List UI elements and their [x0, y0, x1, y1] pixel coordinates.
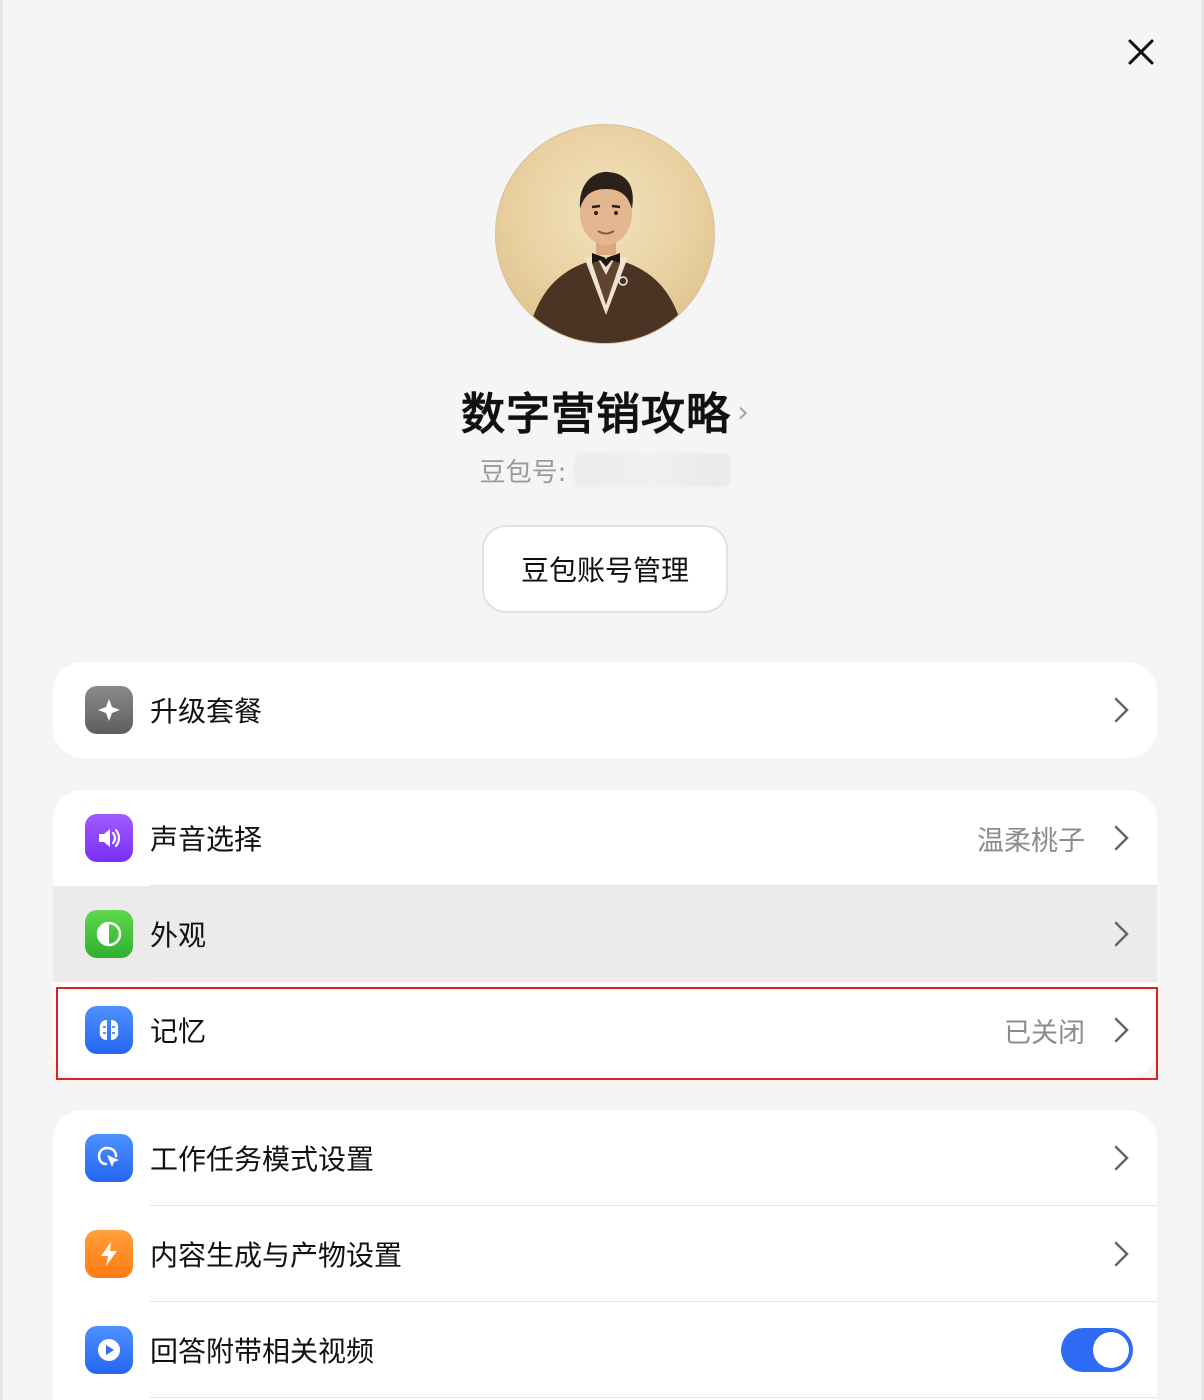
profile-name: 数字营销攻略: [461, 389, 731, 440]
play-icon: [85, 1326, 133, 1374]
row-label: 外观: [150, 919, 207, 952]
sparkle-icon: [85, 686, 133, 734]
content-generation-settings-row[interactable]: 内容生成与产物设置: [53, 1206, 1157, 1302]
voice-selection-row[interactable]: 声音选择 温柔桃子: [53, 790, 1157, 886]
related-videos-row: 回答附带相关视频: [53, 1302, 1157, 1398]
chevron-right-icon: [1114, 697, 1129, 723]
memory-status-value: 已关闭: [1004, 1017, 1085, 1049]
account-management-button[interactable]: 豆包账号管理: [482, 525, 728, 613]
toggle-knob: [1093, 1332, 1129, 1368]
doubao-id-label: 豆包号:: [479, 457, 567, 488]
close-icon: [1128, 39, 1154, 65]
row-label: 记忆: [150, 1015, 207, 1048]
row-label: 工作任务模式设置: [150, 1143, 375, 1176]
row-label: 回答附带相关视频: [150, 1335, 375, 1368]
preferences-card: 声音选择 温柔桃子 外观 记忆 已关闭: [53, 790, 1157, 1078]
chevron-right-icon: [1114, 825, 1129, 851]
chevron-right-icon: [1114, 921, 1129, 947]
profile-name-link[interactable]: 数字营销攻略 ›: [3, 378, 1204, 442]
memory-icon: [85, 1006, 133, 1054]
related-videos-toggle[interactable]: [1061, 1328, 1133, 1372]
doubao-id: 豆包号:: [3, 450, 1204, 490]
divider: [150, 1397, 1157, 1398]
speaker-icon: [85, 814, 133, 862]
row-label: 声音选择: [150, 823, 263, 856]
avatar[interactable]: [495, 124, 715, 344]
row-label: 升级套餐: [150, 695, 263, 728]
upgrade-card: 升级套餐: [53, 662, 1157, 758]
chevron-right-icon: [1114, 1145, 1129, 1171]
settings-panel: 数字营销攻略 › 豆包号: 豆包账号管理 升级套餐 声音选择 温柔桃子 外观 记…: [0, 0, 1204, 1400]
work-mode-settings-row[interactable]: 工作任务模式设置: [53, 1110, 1157, 1206]
memory-row[interactable]: 记忆 已关闭: [53, 982, 1157, 1078]
features-card: 工作任务模式设置 内容生成与产物设置 回答附带相关视频: [53, 1110, 1157, 1400]
doubao-id-value-blurred: [574, 453, 731, 487]
upgrade-plan-row[interactable]: 升级套餐: [53, 662, 1157, 758]
chevron-right-icon: [1114, 1017, 1129, 1043]
chevron-right-icon: [1114, 1241, 1129, 1267]
lightning-icon: [85, 1230, 133, 1278]
row-label: 内容生成与产物设置: [150, 1239, 403, 1272]
voice-value: 温柔桃子: [977, 825, 1085, 857]
avatar-portrait-icon: [526, 171, 686, 343]
appearance-icon: [85, 910, 133, 958]
close-button[interactable]: [1121, 32, 1161, 72]
chevron-right-icon: ›: [737, 394, 749, 430]
appearance-row[interactable]: 外观: [53, 886, 1157, 982]
cursor-click-icon: [85, 1134, 133, 1182]
